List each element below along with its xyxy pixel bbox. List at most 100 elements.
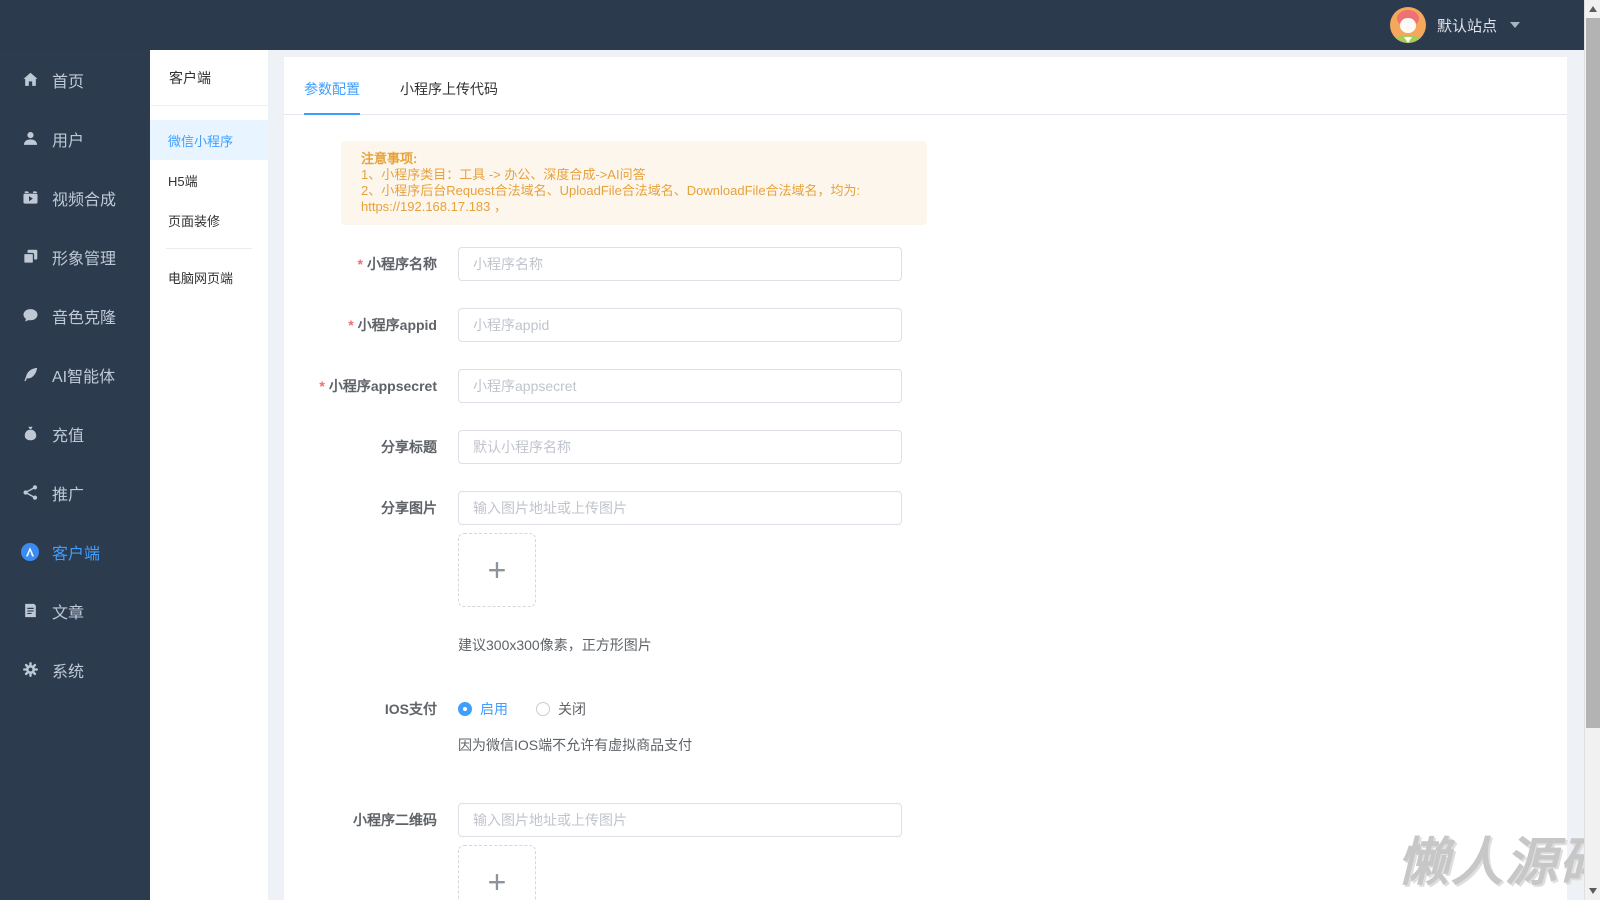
- scroll-down-button[interactable]: [1585, 883, 1600, 899]
- scrollbar[interactable]: [1584, 0, 1600, 900]
- video-icon: [21, 189, 39, 207]
- sidebar-item-label: 文章: [52, 604, 85, 622]
- sidebar-item-video-synthesis[interactable]: 视频合成: [0, 168, 150, 227]
- sidebar-item-label: AI智能体: [52, 368, 116, 386]
- sidebar-item-label: 充值: [52, 427, 85, 445]
- submenu-item-page-decorate[interactable]: 页面装修: [150, 200, 268, 240]
- secondary-menu: 微信小程序 H5端 页面装修 电脑网页端: [150, 106, 268, 297]
- tab-content: 注意事项: 1、小程序类目：工具 -> 办公、深度合成->AI问答 2、小程序后…: [284, 115, 1567, 900]
- money-bag-icon: [21, 425, 39, 443]
- main-card: 参数配置 小程序上传代码 注意事项: 1、小程序类目：工具 -> 办公、深度合成…: [284, 57, 1567, 900]
- submenu-item-wechat-miniprogram[interactable]: 微信小程序: [150, 120, 268, 160]
- sidebar-item-label: 视频合成: [52, 191, 117, 209]
- notice-title: 注意事项:: [361, 151, 418, 166]
- share-image-url-input[interactable]: [458, 491, 902, 525]
- home-icon: [21, 71, 39, 89]
- client-app-icon: [21, 542, 39, 561]
- secondary-sidebar-title: 客户端: [150, 50, 268, 106]
- miniprogram-name-input[interactable]: [458, 247, 902, 281]
- sidebar-item-label: 客户端: [52, 545, 101, 563]
- sidebar-item-label: 系统: [52, 663, 85, 681]
- sidebar-item-users[interactable]: 用户: [0, 109, 150, 168]
- field-label: 小程序二维码: [353, 812, 437, 828]
- sidebar-item-promotion[interactable]: 推广: [0, 463, 150, 522]
- notice-line: 1、小程序类目：工具 -> 办公、深度合成->AI问答: [361, 167, 646, 182]
- required-asterisk: *: [348, 317, 354, 333]
- user-icon: [21, 130, 39, 148]
- form-row-share-image: 分享图片: [341, 491, 1567, 525]
- radio-disable-label[interactable]: 关闭: [558, 699, 586, 719]
- form-row-appid: * 小程序appid: [341, 308, 1567, 342]
- sidebar-item-articles[interactable]: 文章: [0, 581, 150, 640]
- arrow-down-icon: [1589, 888, 1597, 894]
- field-label: 分享标题: [381, 439, 437, 455]
- sidebar-item-label: 首页: [52, 73, 85, 91]
- speech-bubble-icon: [21, 307, 39, 325]
- sidebar-item-label: 音色克隆: [52, 309, 117, 327]
- chevron-down-icon[interactable]: [1510, 22, 1520, 28]
- tab-upload-code[interactable]: 小程序上传代码: [400, 79, 498, 114]
- sidebar-item-voice-clone[interactable]: 音色克隆: [0, 286, 150, 345]
- share-image-hint: 建议300x300像素，正方形图片: [458, 637, 652, 653]
- arrow-up-icon: [1589, 6, 1597, 12]
- field-label: IOS支付: [384, 701, 437, 717]
- scrollbar-thumb[interactable]: [1586, 18, 1600, 728]
- qrcode-upload-button[interactable]: +: [458, 845, 536, 900]
- form-row-qrcode: 小程序二维码: [341, 803, 1567, 837]
- sidebar-item-home[interactable]: 首页: [0, 50, 150, 109]
- radio-enable-label[interactable]: 启用: [480, 699, 508, 719]
- sidebar-item-label: 推广: [52, 486, 85, 504]
- share-title-input[interactable]: [458, 430, 902, 464]
- watermark-text: 懒人源码: [1397, 834, 1600, 892]
- submenu-divider: [166, 248, 252, 249]
- form-row-share-title: 分享标题: [341, 430, 1567, 464]
- qrcode-url-input[interactable]: [458, 803, 902, 837]
- topbar: 默认站点: [0, 0, 1584, 50]
- form-row-name: * 小程序名称: [341, 247, 1567, 281]
- appsecret-input[interactable]: [458, 369, 902, 403]
- feather-icon: [21, 366, 39, 384]
- copy-icon: [21, 248, 39, 266]
- plus-icon: +: [487, 551, 507, 588]
- sidebar-menu: 首页 用户 视频合成 形象管理 音色克隆 AI智能体 充值 推广 客户端 文章 …: [0, 0, 150, 699]
- tab-bar: 参数配置 小程序上传代码: [284, 57, 1567, 115]
- secondary-sidebar: 客户端 微信小程序 H5端 页面装修 电脑网页端: [150, 50, 268, 900]
- form-row-ios-pay: IOS支付 启用 关闭: [341, 699, 1567, 719]
- sidebar: 首页 用户 视频合成 形象管理 音色克隆 AI智能体 充值 推广 客户端 文章 …: [0, 0, 150, 900]
- share-icon: [21, 484, 39, 502]
- required-asterisk: *: [357, 256, 363, 272]
- radio-enable[interactable]: [458, 702, 472, 716]
- scroll-up-button[interactable]: [1585, 1, 1600, 17]
- form-row-appsecret: * 小程序appsecret: [319, 369, 1567, 403]
- notice-line: 2、小程序后台Request合法域名、UploadFile合法域名、Downlo…: [361, 183, 861, 198]
- gear-icon: [21, 661, 39, 679]
- notice-box: 注意事项: 1、小程序类目：工具 -> 办公、深度合成->AI问答 2、小程序后…: [341, 141, 927, 225]
- config-form: *小程序名称 *小程序appid *小程序appsecret 分享标题 分享图片: [319, 247, 1567, 900]
- sidebar-item-label: 形象管理: [52, 250, 117, 268]
- share-image-upload-button[interactable]: +: [458, 533, 536, 607]
- field-label: 分享图片: [381, 500, 437, 516]
- submenu-item-h5[interactable]: H5端: [150, 160, 268, 200]
- tab-parameter-config[interactable]: 参数配置: [304, 79, 360, 115]
- radio-disable[interactable]: [536, 702, 550, 716]
- site-selector-label[interactable]: 默认站点: [1437, 15, 1497, 36]
- field-label: 小程序appsecret: [328, 378, 437, 394]
- avatar-face: [1399, 18, 1416, 33]
- submenu-item-pc-web[interactable]: 电脑网页端: [150, 257, 268, 297]
- avatar[interactable]: [1389, 7, 1426, 43]
- sidebar-item-system[interactable]: 系统: [0, 640, 150, 699]
- ios-pay-radio-group: 启用 关闭: [458, 699, 586, 719]
- ios-pay-hint: 因为微信IOS端不允许有虚拟商品支付: [458, 737, 693, 753]
- sidebar-item-ai-agent[interactable]: AI智能体: [0, 345, 150, 404]
- field-label: 小程序名称: [367, 256, 437, 272]
- document-icon: [21, 602, 39, 620]
- plus-icon: +: [487, 863, 507, 900]
- required-asterisk: *: [319, 378, 325, 394]
- notice-line: https://192.168.17.183 ，: [361, 199, 507, 214]
- sidebar-item-label: 用户: [52, 132, 85, 150]
- sidebar-item-recharge[interactable]: 充值: [0, 404, 150, 463]
- appid-input[interactable]: [458, 308, 902, 342]
- sidebar-item-client[interactable]: 客户端: [0, 522, 150, 581]
- field-label: 小程序appid: [357, 317, 437, 333]
- sidebar-item-image-manage[interactable]: 形象管理: [0, 227, 150, 286]
